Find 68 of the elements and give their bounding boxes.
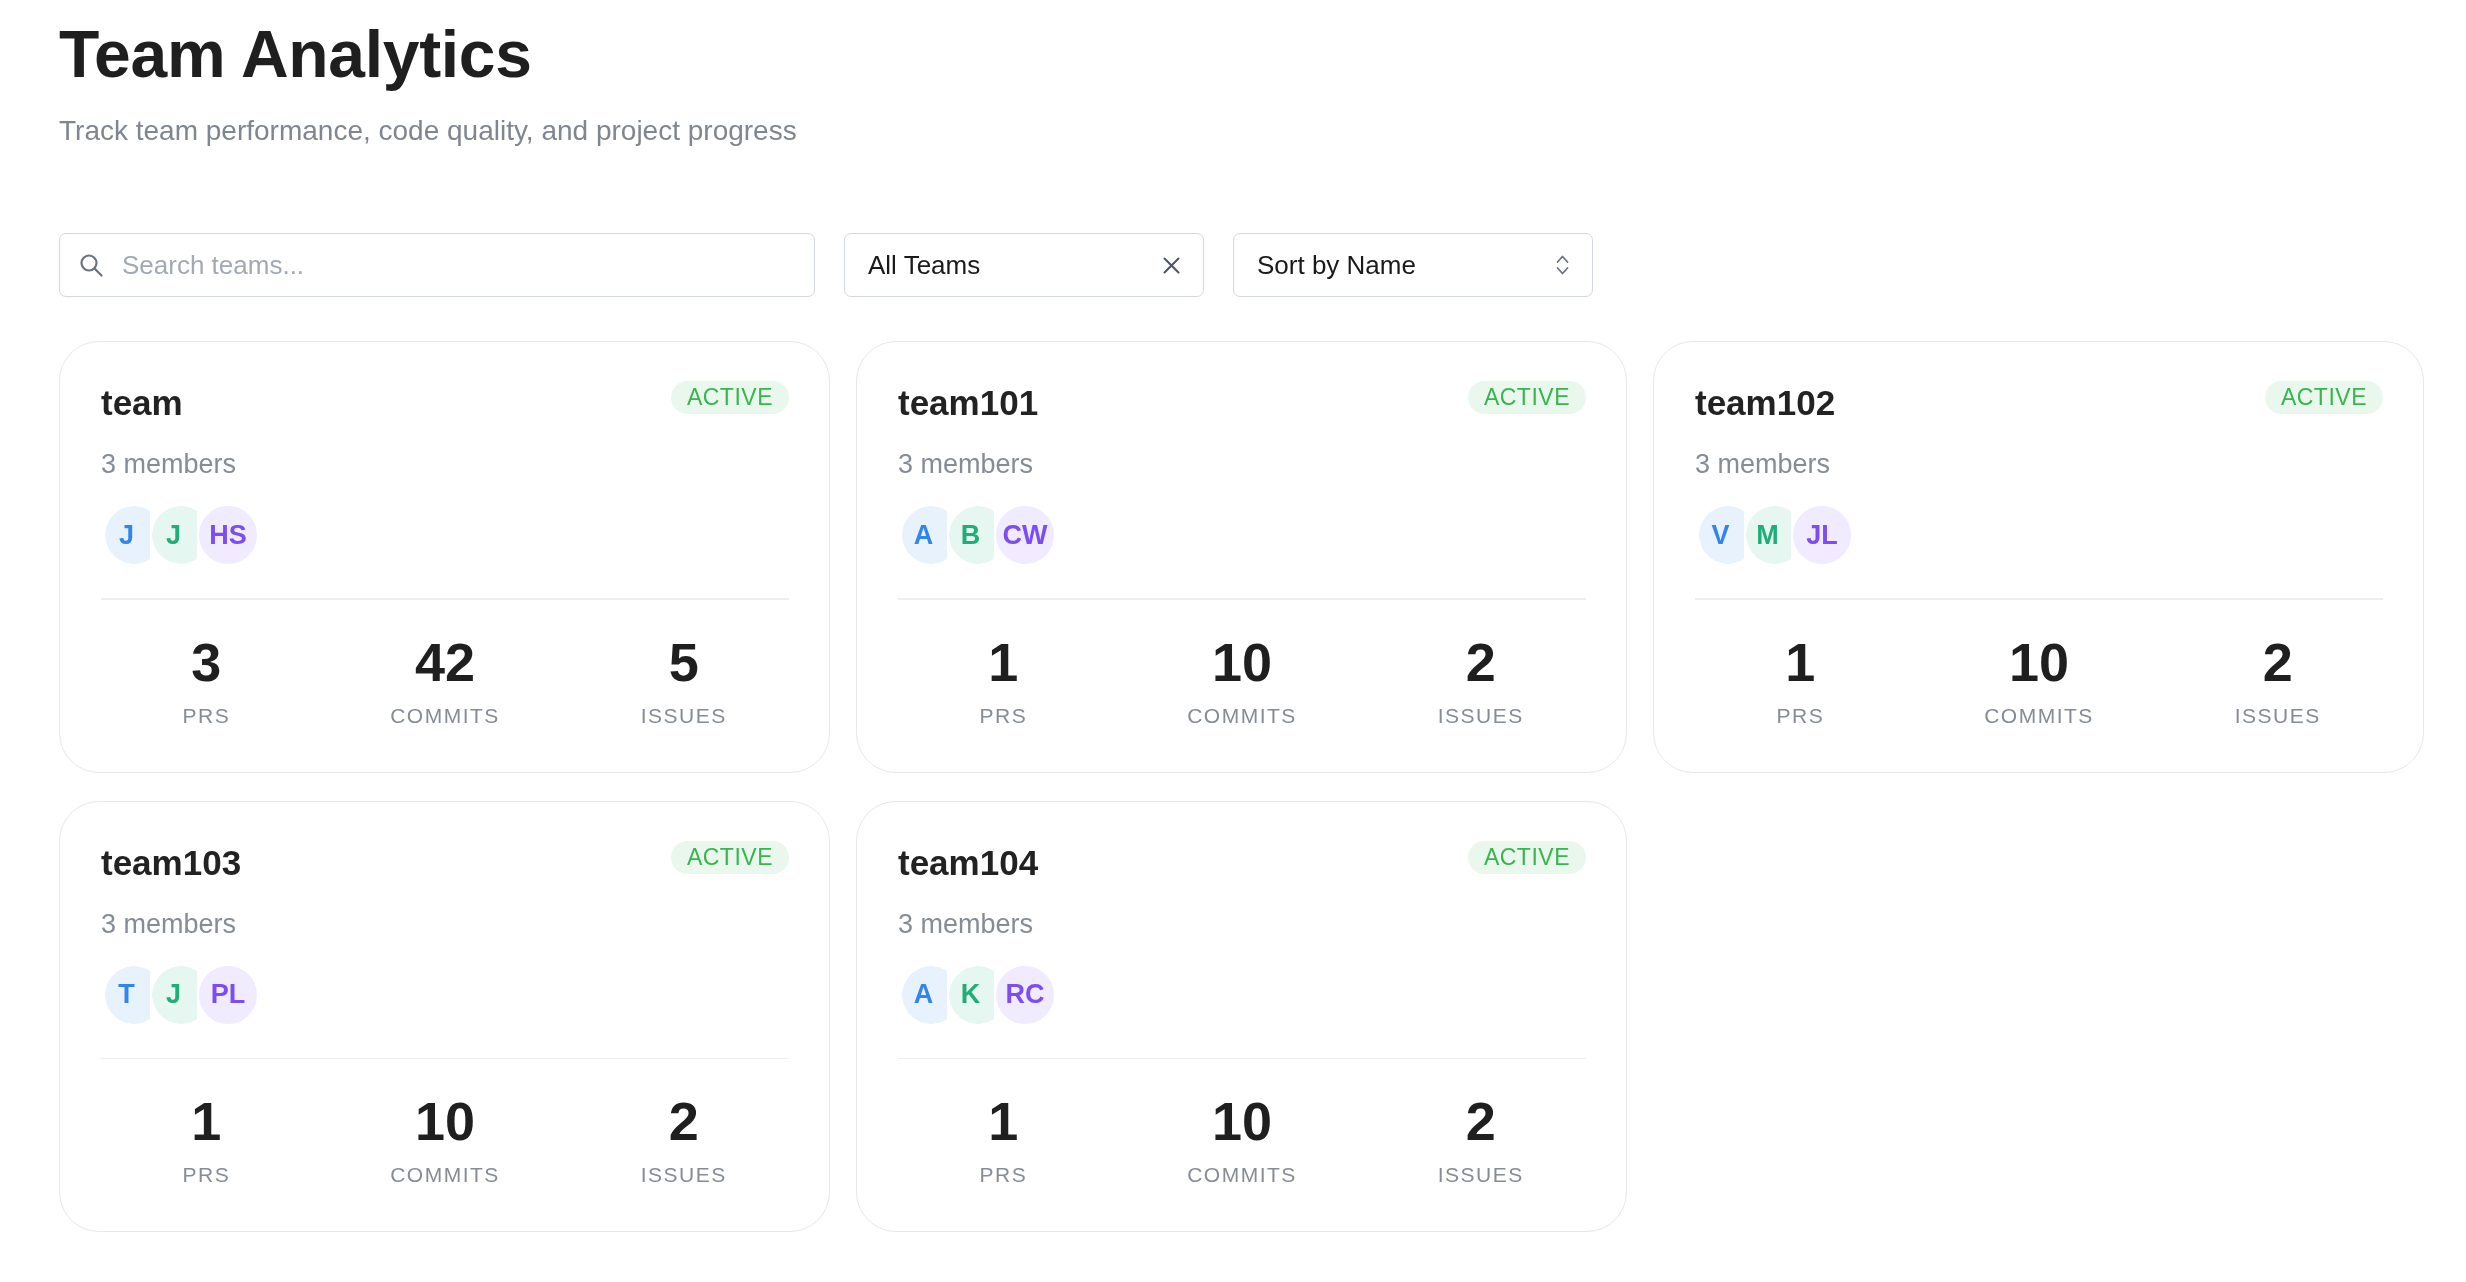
team-name: team104 [898,841,1039,884]
stat-label: ISSUES [2234,702,2321,729]
member-avatar: T [103,963,150,1026]
team-name: team102 [1695,382,1836,424]
member-avatar: V [1697,504,1744,566]
stat-value: 1 [988,630,1019,694]
stat-label: COMMITS [1187,1162,1297,1188]
stat-value: 10 [1211,1090,1273,1153]
stat-label: ISSUES [640,702,727,729]
team-name: team103 [101,841,242,884]
member-avatar: PL [197,963,259,1026]
member-avatar: J [103,504,150,566]
member-avatar: J [150,504,197,566]
member-avatar: RC [994,963,1056,1026]
stat-label: ISSUES [1437,702,1524,729]
search-field[interactable]: Search teams... [59,233,815,297]
status-tag: ACTIVE [2264,381,2383,414]
team-name: team [101,382,183,424]
up-down-chevron-icon [1556,255,1569,275]
stat-value: 10 [1211,630,1273,694]
stat-label: PRS [979,702,1028,729]
team-name: team101 [898,382,1039,424]
stat-label: COMMITS [390,1162,500,1188]
member-count: 3 members [101,907,237,941]
member-avatar: A [900,963,947,1026]
stat-label: COMMITS [390,702,500,729]
stat-label: PRS [182,702,231,729]
team-filter-dropdown[interactable]: All Teams [844,233,1204,297]
member-count: 3 members [898,448,1034,481]
stat-label: ISSUES [1437,1162,1524,1188]
member-avatar: B [947,504,994,566]
stat-value: 1 [1785,630,1816,694]
stat-label: COMMITS [1187,702,1297,729]
stat-value: 2 [1465,630,1496,694]
member-avatar: K [947,963,994,1026]
member-avatar: J [150,963,197,1026]
stat-value: 42 [414,630,476,694]
stat-label: PRS [979,1162,1028,1188]
member-avatar: CW [994,504,1056,566]
stat-value: 5 [668,630,699,694]
page-title: Team Analytics [59,16,532,93]
page-subtitle: Track team performance, code quality, and project progress [59,114,797,148]
sort-dropdown[interactable]: Sort by Name [1233,233,1593,297]
stat-value: 2 [1465,1090,1496,1153]
stat-label: PRS [182,1162,231,1188]
member-avatar: JL [1791,504,1853,566]
member-count: 3 members [101,448,237,481]
status-tag: ACTIVE [670,840,789,874]
stat-value: 10 [414,1090,476,1153]
member-avatar: HS [197,504,259,566]
stat-label: COMMITS [1984,702,2094,729]
stat-value: 3 [191,630,222,694]
member-avatar: M [1744,504,1791,566]
stat-value: 10 [2008,630,2070,694]
status-tag: ACTIVE [1467,840,1586,874]
stat-value: 1 [191,1090,222,1153]
stat-value: 2 [2262,630,2293,694]
stat-label: ISSUES [640,1162,727,1188]
search-icon [79,253,103,277]
member-avatar: A [900,504,947,566]
member-count: 3 members [1695,448,1831,481]
stat-value: 1 [988,1090,1019,1153]
clear-icon[interactable] [1163,256,1180,274]
status-tag: ACTIVE [1467,381,1586,414]
status-tag: ACTIVE [670,381,789,414]
stat-label: PRS [1776,702,1825,729]
stat-value: 2 [668,1090,699,1153]
member-count: 3 members [898,907,1034,941]
